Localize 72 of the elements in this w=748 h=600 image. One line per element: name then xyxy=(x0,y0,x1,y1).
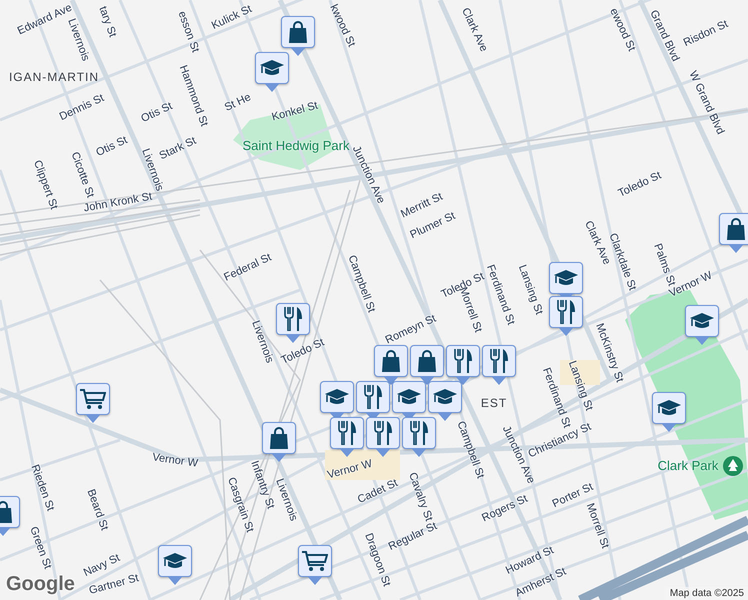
street-label: Toledo St xyxy=(616,170,664,200)
street-label: Beard St xyxy=(84,488,110,532)
map-marker[interactable] xyxy=(255,52,289,92)
neighborhood-label: EST xyxy=(480,396,508,410)
graduation-cap-icon xyxy=(433,388,457,406)
map-marker[interactable] xyxy=(402,417,436,457)
graduation-cap-icon xyxy=(260,59,284,77)
map-marker[interactable] xyxy=(330,417,364,457)
map-marker[interactable] xyxy=(158,545,192,585)
graduation-cap-icon xyxy=(657,399,681,417)
shopping-bag-icon xyxy=(381,350,401,372)
map-marker[interactable] xyxy=(410,345,444,385)
street-label: Morrell St xyxy=(584,502,610,550)
street-label: tary St xyxy=(96,5,118,39)
graduation-cap-icon xyxy=(325,388,349,406)
map-marker[interactable] xyxy=(262,422,296,462)
street-label: Green St xyxy=(27,525,53,571)
street-label: Rieden St xyxy=(28,463,56,513)
shopping-cart-icon xyxy=(302,550,328,572)
map-view[interactable] xyxy=(0,0,748,600)
map-marker[interactable] xyxy=(276,303,310,343)
graduation-cap-icon xyxy=(163,552,187,570)
street-label: Lansing St xyxy=(566,360,594,412)
street-label: Konkel St xyxy=(270,100,320,124)
street-label: Clark Ave xyxy=(459,6,489,54)
map-marker[interactable] xyxy=(281,16,315,56)
graduation-cap-icon xyxy=(690,312,714,330)
graduation-cap-icon xyxy=(397,388,421,406)
map-marker[interactable] xyxy=(482,345,516,385)
street-label: Otis St xyxy=(94,135,130,159)
fork-knife-icon xyxy=(284,307,302,331)
fork-knife-icon xyxy=(490,349,508,373)
map-marker[interactable] xyxy=(446,345,480,385)
park-label: Saint Hedwig Park xyxy=(242,138,350,154)
fork-knife-icon xyxy=(364,385,382,409)
map-marker[interactable] xyxy=(366,417,400,457)
fork-knife-icon xyxy=(410,421,428,445)
park-label: Clark Park xyxy=(658,458,718,474)
map-marker[interactable] xyxy=(549,296,583,336)
street-label: Toledo St xyxy=(280,337,326,367)
street-label: esson St xyxy=(176,10,200,54)
fork-knife-icon xyxy=(374,421,392,445)
street-label: Kulick St xyxy=(210,4,254,32)
street-label: Otis St xyxy=(140,101,174,125)
graduation-cap-icon xyxy=(554,269,578,287)
map-marker[interactable] xyxy=(652,392,686,432)
shopping-bag-icon xyxy=(417,350,437,372)
street-label: Cicotte St xyxy=(68,150,96,200)
shopping-cart-icon xyxy=(80,388,106,410)
fork-knife-icon xyxy=(338,421,356,445)
street-label: Infantry St xyxy=(248,460,276,510)
street-label: Clippert St xyxy=(31,159,59,211)
tree-icon xyxy=(722,455,744,477)
fork-knife-icon xyxy=(557,300,575,324)
shopping-bag-icon xyxy=(726,218,746,240)
street-label: Lansing St xyxy=(516,264,544,316)
map-marker[interactable] xyxy=(76,383,110,423)
street-label: St He xyxy=(223,92,253,114)
map-marker[interactable] xyxy=(298,545,332,585)
fork-knife-icon xyxy=(454,349,472,373)
street-label: Cavalry St xyxy=(406,471,434,523)
map-marker[interactable] xyxy=(685,305,719,345)
map-marker[interactable] xyxy=(428,381,462,421)
street-label: Vernor W xyxy=(152,452,198,470)
street-label: Grand Blvd xyxy=(647,8,681,64)
map-marker[interactable] xyxy=(374,345,408,385)
shopping-bag-icon xyxy=(288,21,308,43)
map-marker[interactable] xyxy=(719,213,748,253)
map-logo: Google xyxy=(6,573,75,596)
street-label: Clark Ave xyxy=(582,219,612,267)
shopping-bag-icon xyxy=(269,427,289,449)
neighborhood-label: IGAN-MARTIN xyxy=(8,70,100,84)
